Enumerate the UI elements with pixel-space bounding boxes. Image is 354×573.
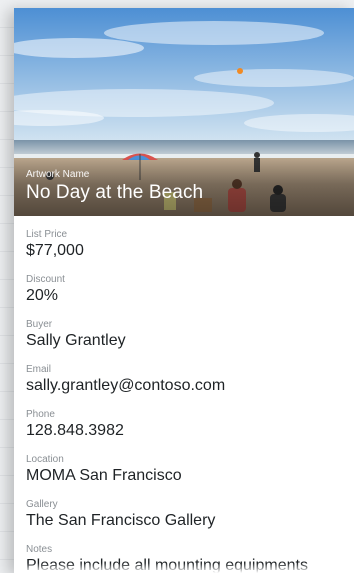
- detail-fields: List Price $77,000 Discount 20% Buyer Sa…: [26, 229, 346, 573]
- field-location: Location MOMA San Francisco: [26, 454, 346, 499]
- field-label: List Price: [26, 229, 68, 240]
- phone-link[interactable]: 128.848.3982: [26, 421, 346, 441]
- field-label: Location: [26, 454, 64, 465]
- field-discount: Discount 20%: [26, 274, 346, 319]
- email-link[interactable]: sally.grantley@contoso.com: [26, 376, 346, 396]
- field-email[interactable]: Email sally.grantley@contoso.com: [26, 364, 346, 409]
- field-value: Sally Grantley: [26, 332, 126, 349]
- field-list-price: List Price $77,000: [26, 229, 346, 274]
- artwork-name-label: Artwork Name: [26, 169, 90, 180]
- field-value: MOMA San Francisco: [26, 467, 182, 484]
- field-phone[interactable]: Phone 128.848.3982: [26, 409, 346, 454]
- field-label: Discount: [26, 274, 65, 285]
- field-label: Email: [26, 364, 52, 375]
- field-value: The San Francisco Gallery: [26, 512, 216, 529]
- field-gallery: Gallery The San Francisco Gallery: [26, 499, 346, 544]
- field-label: Buyer: [26, 319, 53, 330]
- field-buyer: Buyer Sally Grantley: [26, 319, 346, 364]
- field-label: Notes: [26, 544, 53, 555]
- artwork-image: Artwork Name No Day at the Beach: [14, 8, 354, 216]
- field-label: Phone: [26, 409, 55, 420]
- artwork-caption: Artwork Name No Day at the Beach: [26, 169, 203, 204]
- artwork-name: No Day at the Beach: [26, 182, 204, 203]
- field-value: $77,000: [26, 242, 84, 259]
- field-value: 20%: [26, 287, 59, 304]
- field-label: Gallery: [26, 499, 58, 510]
- scroll-fade: [14, 563, 354, 573]
- artwork-detail-card: Artwork Name No Day at the Beach List Pr…: [14, 8, 354, 573]
